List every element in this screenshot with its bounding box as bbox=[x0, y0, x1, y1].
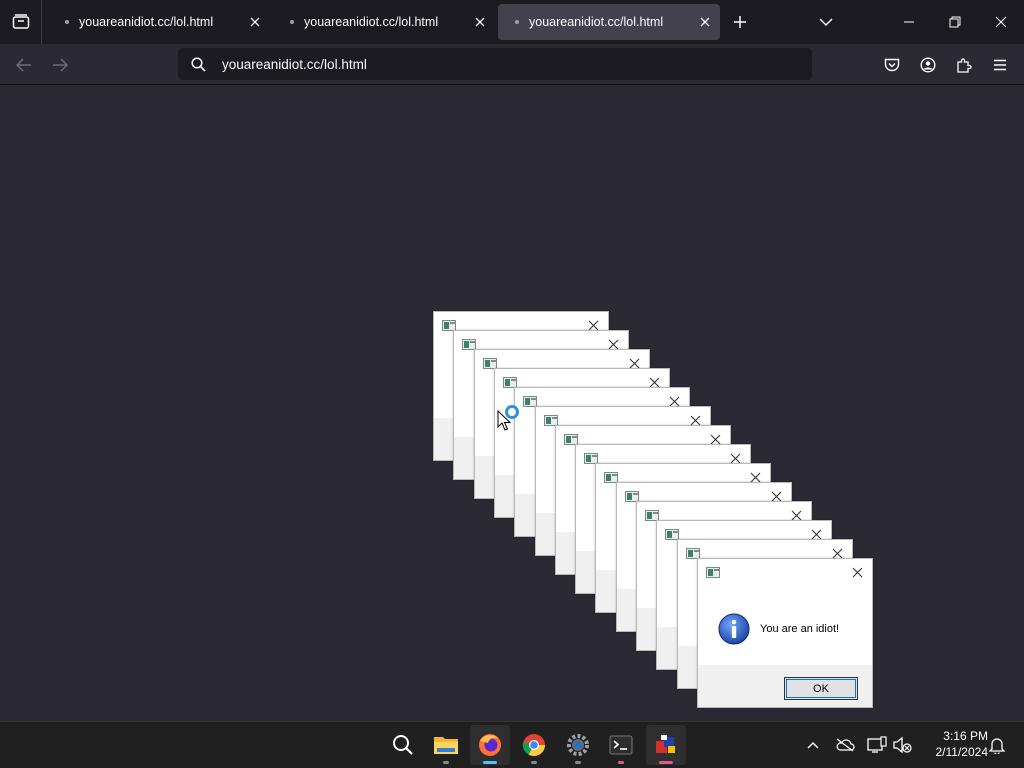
tab-title: youareanidiot.cc/lol.html bbox=[529, 15, 664, 29]
plus-icon bbox=[734, 16, 746, 28]
app-icon bbox=[656, 735, 675, 753]
firefox-view-button[interactable] bbox=[0, 0, 42, 44]
ok-button[interactable]: OK bbox=[784, 677, 858, 700]
menu-button[interactable] bbox=[985, 50, 1015, 80]
dialog-message: You are an idiot! bbox=[760, 623, 840, 635]
volume-muted-icon bbox=[893, 736, 912, 754]
account-icon bbox=[920, 57, 936, 73]
tab-strip: youareanidiot.cc/lol.html youareanidiot.… bbox=[0, 0, 1024, 44]
chevron-up-icon bbox=[807, 742, 819, 749]
search-icon bbox=[178, 56, 218, 72]
list-all-tabs-button[interactable] bbox=[812, 8, 840, 36]
network-tray[interactable] bbox=[866, 734, 888, 756]
forward-button[interactable] bbox=[45, 50, 75, 80]
navigation-bar: youareanidiot.cc/lol.html bbox=[0, 44, 1024, 85]
busy-spinner-icon bbox=[505, 405, 519, 419]
app-window-icon bbox=[706, 567, 720, 578]
minimize-button[interactable] bbox=[886, 0, 932, 44]
taskbar-file-explorer[interactable] bbox=[426, 725, 466, 765]
favicon-placeholder-icon bbox=[290, 20, 294, 24]
bell-icon bbox=[989, 738, 1005, 754]
url-bar[interactable]: youareanidiot.cc/lol.html bbox=[178, 48, 812, 80]
pocket-icon bbox=[884, 58, 900, 72]
minimize-icon bbox=[904, 21, 914, 23]
dialog-titlebar[interactable] bbox=[698, 559, 872, 585]
restore-icon bbox=[949, 16, 961, 28]
favicon-placeholder-icon bbox=[515, 20, 519, 24]
back-button[interactable] bbox=[9, 50, 39, 80]
dialog-close-icon[interactable] bbox=[850, 565, 864, 579]
taskbar-search[interactable] bbox=[383, 725, 423, 765]
taskbar-terminal[interactable] bbox=[601, 725, 641, 765]
puzzle-icon bbox=[957, 58, 972, 73]
clock-time: 3:16 PM bbox=[943, 729, 988, 743]
tab-title: youareanidiot.cc/lol.html bbox=[304, 15, 439, 29]
cloud-offline-icon bbox=[836, 738, 855, 752]
firefox-view-icon bbox=[12, 14, 29, 29]
taskbar-chrome[interactable] bbox=[514, 725, 554, 765]
tab-close-icon[interactable] bbox=[690, 4, 720, 40]
extensions-button[interactable] bbox=[949, 50, 979, 80]
info-icon bbox=[718, 613, 750, 645]
hamburger-menu-icon bbox=[994, 59, 1006, 71]
favicon-placeholder-icon bbox=[65, 20, 69, 24]
taskbar-settings[interactable] bbox=[558, 725, 598, 765]
arrow-right-icon bbox=[53, 58, 68, 72]
search-icon bbox=[393, 735, 413, 755]
message-dialog[interactable]: You are an idiot! OK bbox=[697, 558, 873, 708]
pocket-button[interactable] bbox=[877, 50, 907, 80]
taskbar-app[interactable] bbox=[646, 725, 686, 765]
tab-title: youareanidiot.cc/lol.html bbox=[79, 15, 214, 29]
url-text[interactable]: youareanidiot.cc/lol.html bbox=[222, 57, 367, 72]
tab-close-icon[interactable] bbox=[240, 4, 270, 40]
clock[interactable]: 3:16 PM 2/11/2024 bbox=[916, 728, 989, 760]
taskbar: 3:16 PM 2/11/2024 bbox=[0, 721, 1024, 768]
close-icon bbox=[995, 16, 1007, 28]
new-tab-button[interactable] bbox=[726, 8, 754, 36]
tab-2[interactable]: youareanidiot.cc/lol.html bbox=[273, 4, 495, 40]
account-button[interactable] bbox=[913, 50, 943, 80]
arrow-left-icon bbox=[16, 58, 31, 72]
terminal-icon bbox=[609, 735, 633, 755]
firefox-icon bbox=[479, 734, 501, 756]
volume-tray[interactable] bbox=[891, 734, 913, 756]
network-icon bbox=[867, 736, 887, 753]
clock-date: 2/11/2024 bbox=[935, 745, 989, 759]
chevron-down-icon bbox=[819, 18, 833, 27]
settings-icon bbox=[567, 734, 589, 756]
tab-3-active[interactable]: youareanidiot.cc/lol.html bbox=[498, 4, 720, 40]
tab-1[interactable]: youareanidiot.cc/lol.html bbox=[48, 4, 270, 40]
file-explorer-icon bbox=[434, 737, 458, 754]
onedrive-tray[interactable] bbox=[834, 734, 856, 756]
chrome-icon bbox=[522, 734, 545, 756]
taskbar-firefox[interactable] bbox=[470, 725, 510, 765]
close-window-button[interactable] bbox=[978, 0, 1024, 44]
show-hidden-icons-button[interactable] bbox=[802, 734, 824, 756]
notifications-button[interactable] bbox=[986, 734, 1008, 756]
restore-button[interactable] bbox=[932, 0, 978, 44]
screen: youareanidiot.cc/lol.html youareanidiot.… bbox=[0, 0, 1024, 768]
tab-close-icon[interactable] bbox=[465, 4, 495, 40]
